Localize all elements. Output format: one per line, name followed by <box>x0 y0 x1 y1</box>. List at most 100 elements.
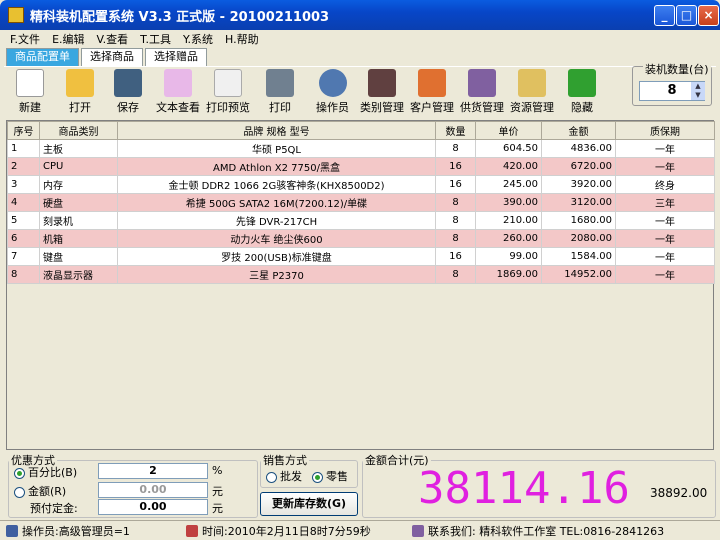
cell-qty: 16 <box>435 175 476 194</box>
sale-mode-legend: 销售方式 <box>263 454 307 467</box>
maximize-button[interactable]: □ <box>676 5 697 26</box>
resource-icon <box>518 69 546 97</box>
cell-index: 8 <box>7 265 40 284</box>
pct-radio-icon <box>14 467 25 479</box>
cell-amount: 3920.00 <box>541 175 616 194</box>
cell-index: 4 <box>7 193 40 212</box>
tab-select-gifts[interactable]: 选择赠品 <box>145 48 207 66</box>
cell-category: 键盘 <box>39 247 118 266</box>
cell-brand: AMD Athlon X2 7750/黑盒 <box>117 157 436 176</box>
menu-file[interactable]: F.文件 <box>10 31 40 47</box>
cell-qty: 8 <box>435 265 476 284</box>
menu-system[interactable]: Y.系统 <box>183 31 213 47</box>
printer-icon <box>266 69 294 97</box>
cell-price: 390.00 <box>475 193 542 212</box>
category-button[interactable]: 类别管理 <box>360 69 404 115</box>
table-row[interactable]: 7 键盘 罗技 200(USB)标准键盘 16 99.00 1584.00 一年 <box>7 247 715 266</box>
menu-tools[interactable]: T.工具 <box>140 31 171 47</box>
quantity-input[interactable]: 8 ▲ ▼ <box>639 81 705 101</box>
quantity-spinner[interactable]: ▲ ▼ <box>691 82 705 100</box>
update-stock-button[interactable]: 更新库存数(G) <box>260 492 358 516</box>
deposit-label: 预付定金: <box>30 502 78 515</box>
pct-unit: % <box>212 464 223 477</box>
cell-brand: 动力火车 绝尘侠600 <box>117 229 436 248</box>
status-bar: 操作员:高级管理员=1 时间:2010年2月11日8时7分59秒 联系我们: 精… <box>0 520 720 540</box>
cell-amount: 1584.00 <box>541 247 616 266</box>
cell-amount: 1680.00 <box>541 211 616 230</box>
minimize-button[interactable]: _ <box>654 5 675 26</box>
table-row[interactable]: 3 内存 金士顿 DDR2 1066 2G骇客神条(KHX8500D2) 16 245.… <box>7 175 715 194</box>
print-preview-icon <box>214 69 242 97</box>
cell-index: 3 <box>7 175 40 194</box>
col-header-category[interactable]: 商品类别 <box>39 121 118 140</box>
status-contact: 联系我们: 精科软件工作室 TEL:0816-2841263 <box>412 523 664 539</box>
new-file-icon <box>16 69 44 97</box>
table-row[interactable]: 5 刻录机 先锋 DVR-217CH 8 210.00 1680.00 一年 <box>7 211 715 230</box>
table-row[interactable]: 1 主板 华硕 P5QL 8 604.50 4836.00 一年 <box>7 139 715 158</box>
cell-category: 刻录机 <box>39 211 118 230</box>
menu-edit[interactable]: E.编辑 <box>52 31 84 47</box>
window-title: 精科装机配置系统 V3.3 正式版 - 20100211003 <box>30 9 330 25</box>
cell-index: 2 <box>7 157 40 176</box>
wholesale-radio[interactable]: 批发 <box>266 468 302 484</box>
table-row[interactable]: 6 机箱 动力火车 绝尘侠600 8 260.00 2080.00 一年 <box>7 229 715 248</box>
bottom-panel: 优惠方式 百分比(B) 2 % 金额(R) 0.00 元 预付定金: 0.00 … <box>4 452 716 520</box>
toolbar: 新建 打开 保存 文本查看 打印预览 打印 操作员 类别管理 客户管理 供货管理… <box>4 66 716 116</box>
supplier-button[interactable]: 供货管理 <box>460 69 504 115</box>
app-icon <box>8 7 24 23</box>
col-header-brand[interactable]: 品牌 规格 型号 <box>117 121 436 140</box>
cell-qty: 8 <box>435 229 476 248</box>
text-view-button[interactable]: 文本查看 <box>156 69 200 115</box>
category-icon <box>368 69 396 97</box>
resource-button[interactable]: 资源管理 <box>510 69 554 115</box>
amount-radio-icon <box>14 486 25 498</box>
cell-amount: 3120.00 <box>541 193 616 212</box>
col-header-price[interactable]: 单价 <box>475 121 542 140</box>
tab-select-goods[interactable]: 选择商品 <box>81 48 143 66</box>
cell-category: 机箱 <box>39 229 118 248</box>
cell-qty: 16 <box>435 247 476 266</box>
cell-brand: 先锋 DVR-217CH <box>117 211 436 230</box>
cell-price: 420.00 <box>475 157 542 176</box>
new-button[interactable]: 新建 <box>16 69 44 115</box>
amount-input[interactable]: 0.00 <box>98 482 208 498</box>
cell-price: 210.00 <box>475 211 542 230</box>
open-button[interactable]: 打开 <box>66 69 94 115</box>
open-folder-icon <box>66 69 94 97</box>
table-row[interactable]: 4 硬盘 希捷 500G SATA2 16M(7200.12)/单碟 8 390.00 3… <box>7 193 715 212</box>
cell-warranty: 一年 <box>615 157 715 176</box>
col-header-warranty[interactable]: 质保期 <box>615 121 715 140</box>
col-header-amount[interactable]: 金额 <box>541 121 616 140</box>
table-row[interactable]: 2 CPU AMD Athlon X2 7750/黑盒 16 420.00 6720.00… <box>7 157 715 176</box>
cell-category: CPU <box>39 157 118 176</box>
hide-button[interactable]: 隐藏 <box>568 69 596 115</box>
table-row[interactable]: 8 液晶显示器 三星 P2370 8 1869.00 14952.00 一年 <box>7 265 715 284</box>
customer-button[interactable]: 客户管理 <box>410 69 454 115</box>
print-button[interactable]: 打印 <box>266 69 294 115</box>
customer-icon <box>418 69 446 97</box>
save-button[interactable]: 保存 <box>114 69 142 115</box>
tab-strip: 商品配置单 选择商品 选择赠品 <box>6 48 209 66</box>
close-button[interactable]: × <box>698 5 719 26</box>
print-preview-button[interactable]: 打印预览 <box>206 69 250 115</box>
deposit-input[interactable]: 0.00 <box>98 499 208 515</box>
table-body: 1 主板 华硕 P5QL 8 604.50 4836.00 一年 2 CPU AMD Athlon… <box>7 139 715 284</box>
col-header-qty[interactable]: 数量 <box>435 121 476 140</box>
tab-config[interactable]: 商品配置单 <box>6 48 79 66</box>
amount-radio[interactable]: 金额(R) <box>14 483 66 499</box>
cell-amount: 4836.00 <box>541 139 616 158</box>
menu-help[interactable]: H.帮助 <box>225 31 259 47</box>
retail-radio[interactable]: 零售 <box>312 468 348 484</box>
cell-price: 604.50 <box>475 139 542 158</box>
cell-amount: 2080.00 <box>541 229 616 248</box>
col-header-index[interactable]: 序号 <box>7 121 40 140</box>
pct-input[interactable]: 2 <box>98 463 208 479</box>
quantity-value: 8 <box>667 83 677 98</box>
cell-brand: 华硕 P5QL <box>117 139 436 158</box>
menu-view[interactable]: V.查看 <box>97 31 129 47</box>
user-icon <box>6 525 18 537</box>
operator-button[interactable]: 操作员 <box>316 69 349 115</box>
cell-warranty: 终身 <box>615 175 715 194</box>
pct-radio[interactable]: 百分比(B) <box>14 464 77 480</box>
text-view-icon <box>164 69 192 97</box>
